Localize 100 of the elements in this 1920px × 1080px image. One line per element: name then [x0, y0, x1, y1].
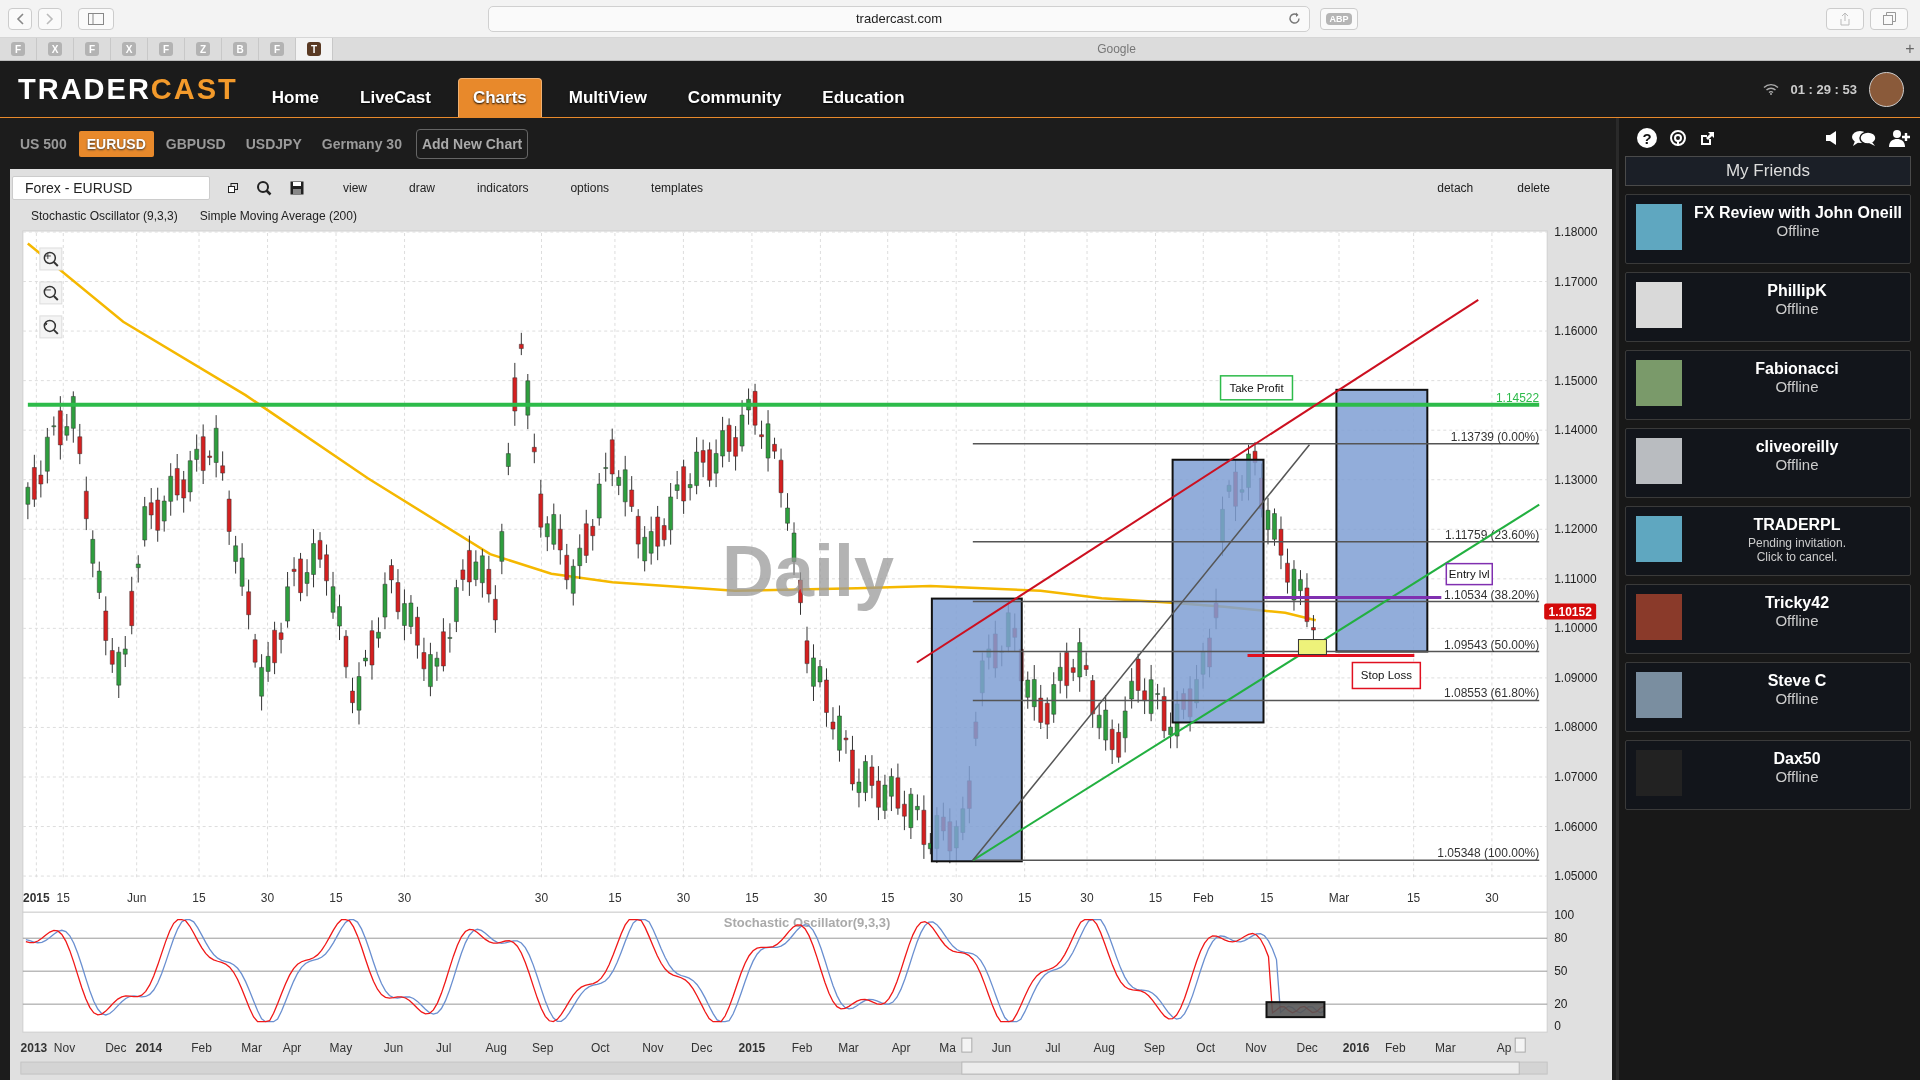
zoom-in-icon[interactable]: [39, 247, 63, 271]
navigator-axis-label: Jun: [991, 1041, 1012, 1056]
sidebar-button[interactable]: [78, 7, 114, 30]
chart-menu-item[interactable]: options: [570, 181, 610, 196]
scrollbar-thumb[interactable]: [961, 1061, 1520, 1075]
date-axis-label: 15: [1018, 891, 1032, 906]
selection-rectangle[interactable]: [1265, 1001, 1326, 1019]
add-chart-button[interactable]: Add New Chart: [415, 128, 529, 159]
range-handle[interactable]: [1514, 1037, 1526, 1053]
nav-tab[interactable]: MultiView: [554, 79, 661, 117]
price-axis-label: 1.13000: [1554, 472, 1598, 487]
indicator-label[interactable]: Stochastic Oscillator (9,3,3): [31, 208, 178, 223]
price-axis-label: 1.08000: [1554, 720, 1598, 735]
price-level-label: 1.14522: [1495, 390, 1540, 405]
navigator-axis-label: Dec: [105, 1041, 127, 1056]
zoom-reset-icon[interactable]: [256, 180, 272, 197]
nav-tab[interactable]: Home: [257, 79, 334, 117]
navigator-axis-label: Dec: [1296, 1041, 1318, 1056]
fibonacci-line[interactable]: [972, 650, 1540, 653]
help-icon[interactable]: ?: [1637, 128, 1657, 148]
range-handle[interactable]: [961, 1037, 973, 1053]
navigator-axis-label: Sep: [532, 1041, 554, 1056]
nav-tab[interactable]: LiveCast: [346, 79, 445, 117]
zoom-out-icon[interactable]: [39, 281, 63, 305]
chart-menu-item[interactable]: draw: [409, 181, 436, 196]
chart-menu-item[interactable]: indicators: [477, 181, 529, 196]
address-field[interactable]: tradercast.com: [488, 5, 1310, 32]
price-axis-label: 1.09000: [1554, 670, 1598, 685]
chart-action-link[interactable]: delete: [1517, 181, 1550, 196]
take-profit-label[interactable]: Take Profit: [1219, 375, 1294, 401]
navigator-axis-label: Oct: [590, 1041, 610, 1056]
fibonacci-line[interactable]: [972, 540, 1540, 543]
date-axis-label: 15: [329, 891, 343, 906]
user-avatar[interactable]: [1869, 71, 1904, 107]
range-box[interactable]: [930, 597, 1023, 863]
save-icon[interactable]: [290, 181, 304, 196]
friend-status: Offline: [1775, 690, 1819, 707]
chart-menu-item[interactable]: view: [343, 181, 367, 196]
friend-card[interactable]: Tricky42 Offline: [1625, 584, 1911, 654]
price-axis-label: 1.15000: [1554, 373, 1598, 388]
new-tab-button[interactable]: +: [1900, 38, 1920, 60]
browser-tab[interactable]: T: [296, 38, 333, 60]
friend-name: PhillipK: [1767, 282, 1827, 300]
trend-line[interactable]: [972, 443, 1311, 861]
indicator-label[interactable]: Simple Moving Average (200): [199, 208, 357, 223]
fibonacci-line[interactable]: [972, 600, 1540, 603]
date-axis-label: Feb: [1192, 891, 1214, 906]
range-box[interactable]: [1171, 458, 1265, 724]
friend-status: Offline: [1775, 612, 1819, 629]
date-axis-label: 30: [1080, 891, 1094, 906]
tabs-button[interactable]: [1870, 7, 1908, 30]
instrument-tab[interactable]: Germany 30: [313, 130, 410, 157]
instrument-tab[interactable]: GBPUSD: [157, 130, 234, 157]
friend-card[interactable]: cliveoreilly Offline: [1625, 428, 1911, 498]
friend-card[interactable]: Dax50 Offline: [1625, 740, 1911, 810]
speaker-icon[interactable]: [1825, 130, 1839, 146]
friend-name: Dax50: [1773, 750, 1821, 768]
tradercast-logo[interactable]: TRADERCAST: [18, 72, 238, 106]
date-axis-label: 15: [1148, 891, 1163, 906]
date-axis-label: 30: [534, 891, 549, 906]
price-axis-label: 1.17000: [1554, 274, 1598, 289]
date-axis-label: 2015: [23, 891, 50, 906]
price-axis-label: 1.11000: [1554, 571, 1597, 586]
entry-level-label[interactable]: Entry lvl: [1445, 562, 1493, 586]
stop-loss-line[interactable]: [1247, 653, 1415, 657]
friend-status: Offline: [1775, 456, 1819, 473]
fibonacci-line[interactable]: [972, 442, 1540, 445]
symbol-field[interactable]: Forex - EURUSD: [12, 176, 210, 201]
chart-action-link[interactable]: detach: [1437, 181, 1474, 196]
panel-title: My Friends: [1625, 156, 1911, 186]
friend-name: cliveoreilly: [1755, 438, 1839, 456]
add-user-icon[interactable]: [1889, 129, 1911, 147]
trend-line[interactable]: [971, 503, 1541, 862]
marker-rectangle[interactable]: [1297, 639, 1327, 655]
lifebuoy-icon[interactable]: [1669, 129, 1687, 147]
tabs-icon: [1882, 12, 1896, 25]
navigator-axis-label: Dec: [691, 1041, 713, 1056]
navigator-axis-label: Mar: [241, 1041, 262, 1056]
navigator-axis-label: Mar: [838, 1041, 859, 1056]
nav-tab[interactable]: Community: [673, 79, 796, 117]
nav-tab[interactable]: Education: [808, 79, 919, 117]
chat-icon[interactable]: [1851, 129, 1877, 147]
popout-icon[interactable]: [228, 183, 238, 194]
fibonacci-line[interactable]: [972, 699, 1540, 702]
friend-status[interactable]: Pending invitation. Click to cancel.: [1734, 536, 1860, 564]
range-box[interactable]: [1335, 388, 1429, 653]
zoom-reset-icon[interactable]: [39, 315, 63, 339]
chart-menu-item[interactable]: templates: [651, 181, 704, 196]
instrument-tab[interactable]: USDJPY: [237, 130, 310, 157]
stop-loss-label[interactable]: Stop Loss: [1351, 661, 1422, 690]
friend-card[interactable]: FX Review with John Oneill Offline: [1625, 194, 1911, 264]
friend-card[interactable]: PhillipK Offline: [1625, 272, 1911, 342]
external-link-icon[interactable]: [1699, 129, 1716, 147]
friend-name: TRADERPL: [1753, 516, 1841, 534]
friend-card[interactable]: TRADERPL Pending invitation. Click to cancel.: [1625, 506, 1911, 576]
friend-name: Tricky42: [1764, 594, 1830, 612]
entry-line[interactable]: [1263, 596, 1442, 600]
instrument-tab[interactable]: US 500: [12, 130, 75, 157]
friend-card[interactable]: Fabionacci Offline: [1625, 350, 1911, 420]
friend-card[interactable]: Steve C Offline: [1625, 662, 1911, 732]
